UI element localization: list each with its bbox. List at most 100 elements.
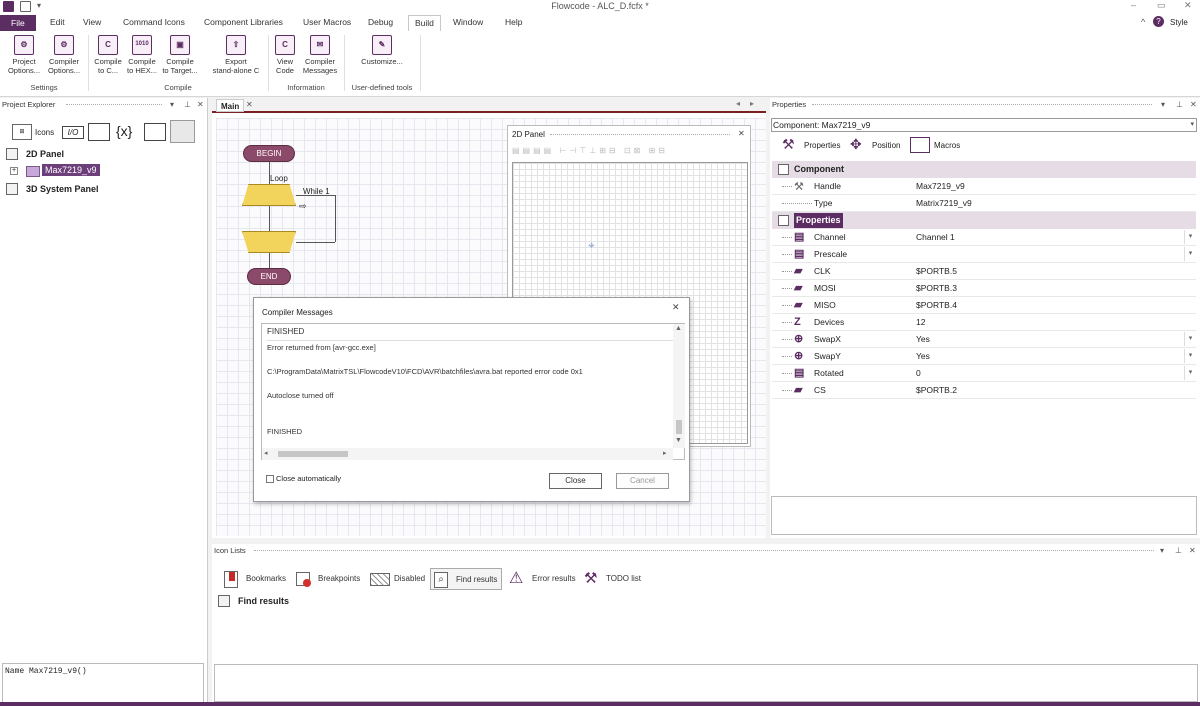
close-tab-icon[interactable]: ✕ — [246, 100, 253, 109]
chevron-down-icon[interactable]: ▾ — [1184, 349, 1196, 363]
button-label: to C... — [97, 66, 118, 75]
scroll-left-icon[interactable]: ◂ — [264, 449, 268, 457]
close-button[interactable]: Close — [549, 473, 602, 489]
pin-icon[interactable]: ⊥ — [1175, 544, 1182, 557]
group-information: Information — [287, 83, 325, 92]
macro-icon — [910, 137, 930, 153]
property-name: CS — [814, 385, 826, 395]
tree-line — [782, 373, 792, 374]
chevron-down-icon[interactable]: ▾ — [1184, 332, 1196, 346]
button-label: View — [276, 57, 294, 66]
property-row-cs[interactable]: ▰ CS $PORTB.2 — [772, 382, 1196, 399]
menu-user-macros[interactable]: User Macros — [303, 17, 351, 27]
component-section-header[interactable]: Component — [772, 161, 1196, 178]
close-panel-icon[interactable]: ✕ — [738, 129, 745, 138]
close-automatically-checkbox[interactable] — [266, 475, 274, 483]
tab-main[interactable]: Main — [216, 99, 245, 112]
horizontal-scrollbar[interactable]: ◂ ▸ — [262, 448, 673, 460]
menu-window[interactable]: Window — [453, 17, 483, 27]
menu-view[interactable]: View — [83, 17, 101, 27]
compile-to-target-button[interactable]: ▣ Compile to Target... — [159, 35, 201, 75]
pane-dropdown-icon[interactable]: ▾ — [1160, 544, 1164, 557]
menu-build[interactable]: Build — [408, 15, 441, 31]
close-dialog-icon[interactable]: ✕ — [672, 302, 680, 313]
property-row-prescale[interactable]: ▤ Prescale ▾ — [772, 246, 1196, 263]
pin-icon[interactable]: ⊥ — [1176, 98, 1183, 111]
checkbox-label: Close automatically — [276, 474, 342, 483]
component-icon[interactable] — [144, 123, 166, 141]
pane-dropdown-icon[interactable]: ▾ — [1161, 98, 1165, 111]
message-area[interactable]: FINISHED Error returned from [avr-gcc.ex… — [261, 323, 685, 460]
menu-debug[interactable]: Debug — [368, 17, 393, 27]
list-icon: ▤ — [794, 367, 805, 379]
loop-start-shape[interactable] — [242, 184, 296, 206]
scroll-left-icon[interactable]: ◂ — [736, 99, 740, 108]
bookmark-flag — [229, 572, 235, 581]
restore-icon[interactable]: ▭ — [1157, 0, 1166, 11]
begin-terminal[interactable]: BEGIN — [243, 145, 295, 162]
close-pane-icon[interactable]: ✕ — [1190, 98, 1197, 111]
header-grip — [550, 134, 730, 135]
property-row-swapy[interactable]: ⊕ SwapY Yes ▾ — [772, 348, 1196, 365]
pin-icon: ▰ — [794, 384, 803, 396]
pane-dropdown-icon[interactable]: ▾ — [170, 98, 174, 111]
property-row-handle[interactable]: ⚒ Handle Max7219_v9 — [772, 178, 1196, 195]
property-row-miso[interactable]: ▰ MISO $PORTB.4 — [772, 297, 1196, 314]
export-standalone-c-button[interactable]: ⇧ Export stand-alone C — [207, 35, 265, 75]
macros-view-icon[interactable] — [170, 120, 195, 143]
component-select[interactable]: Component: Max7219_v9 ▾ — [771, 118, 1197, 132]
close-pane-icon[interactable]: ✕ — [197, 98, 204, 111]
scroll-right-icon[interactable]: ▸ — [750, 99, 754, 108]
pin-icon[interactable]: ⊥ — [184, 98, 191, 111]
project-options-button[interactable]: ⚙ Project Options... — [5, 35, 43, 75]
view-code-button[interactable]: C View Code — [273, 35, 297, 75]
customize-button[interactable]: ✎ Customize... — [352, 35, 412, 66]
panel-layout-icon[interactable] — [88, 123, 110, 141]
property-row-type[interactable]: Type Matrix7219_v9 — [772, 195, 1196, 212]
menu-help[interactable]: Help — [505, 17, 522, 27]
compile-to-c-button[interactable]: C Compile to C... — [92, 35, 124, 75]
close-window-icon[interactable]: ✕ — [1184, 0, 1192, 11]
compile-to-hex-button[interactable]: 1010 Compile to HEX... — [124, 35, 160, 75]
icons-label: Icons — [35, 128, 55, 137]
chevron-down-icon[interactable]: ▾ — [1184, 366, 1196, 380]
properties-section-header[interactable]: Properties — [772, 212, 1196, 229]
collapse-ribbon-icon[interactable]: ^ — [1141, 17, 1145, 27]
menu-command-icons[interactable]: Command Icons — [123, 17, 185, 27]
scroll-down-icon[interactable]: ▼ — [675, 437, 682, 444]
property-row-rotated[interactable]: ▤ Rotated 0 ▾ — [772, 365, 1196, 382]
cancel-button[interactable]: Cancel — [616, 473, 669, 489]
style-menu[interactable]: Style — [1170, 18, 1188, 27]
help-icon[interactable]: ? — [1153, 16, 1164, 27]
menu-component-libraries[interactable]: Component Libraries — [204, 17, 283, 27]
scroll-up-icon[interactable]: ▲ — [675, 325, 682, 332]
vertical-scrollbar[interactable]: ▲ ▼ — [673, 324, 685, 448]
compiler-messages-button[interactable]: ✉ Compiler Messages — [300, 35, 340, 75]
menu-file[interactable]: File — [0, 15, 36, 31]
menu-edit[interactable]: Edit — [50, 17, 65, 27]
results-icon — [218, 595, 230, 607]
icons-view-icon[interactable]: ⊞ — [12, 124, 32, 140]
scroll-thumb[interactable] — [676, 420, 682, 434]
property-row-mosi[interactable]: ▰ MOSI $PORTB.3 — [772, 280, 1196, 297]
end-terminal[interactable]: END — [247, 268, 291, 285]
chevron-down-icon[interactable]: ▾ — [1184, 247, 1196, 261]
property-row-channel[interactable]: ▤ Channel Channel 1 ▾ — [772, 229, 1196, 246]
component-icon — [26, 166, 40, 177]
property-row-swapx[interactable]: ⊕ SwapX Yes ▾ — [772, 331, 1196, 348]
minimize-icon[interactable]: – — [1131, 0, 1136, 10]
io-icon[interactable]: I/O — [62, 126, 84, 139]
variables-icon[interactable]: {x} — [116, 123, 132, 139]
property-row-clk[interactable]: ▰ CLK $PORTB.5 — [772, 263, 1196, 280]
tab-find-results[interactable]: ⌕ Find results — [430, 568, 502, 590]
scroll-thumb[interactable] — [278, 451, 348, 457]
expand-icon[interactable]: + — [10, 167, 18, 175]
compiler-options-button[interactable]: ⚙ Compiler Options... — [44, 35, 84, 75]
tree-line — [782, 186, 792, 187]
close-pane-icon[interactable]: ✕ — [1189, 544, 1196, 557]
binary-icon: 1010 — [132, 35, 152, 55]
property-row-devices[interactable]: Z Devices 12 — [772, 314, 1196, 331]
chevron-down-icon[interactable]: ▾ — [1184, 230, 1196, 244]
scroll-right-icon[interactable]: ▸ — [663, 449, 667, 457]
loop-end-shape[interactable] — [242, 231, 296, 253]
